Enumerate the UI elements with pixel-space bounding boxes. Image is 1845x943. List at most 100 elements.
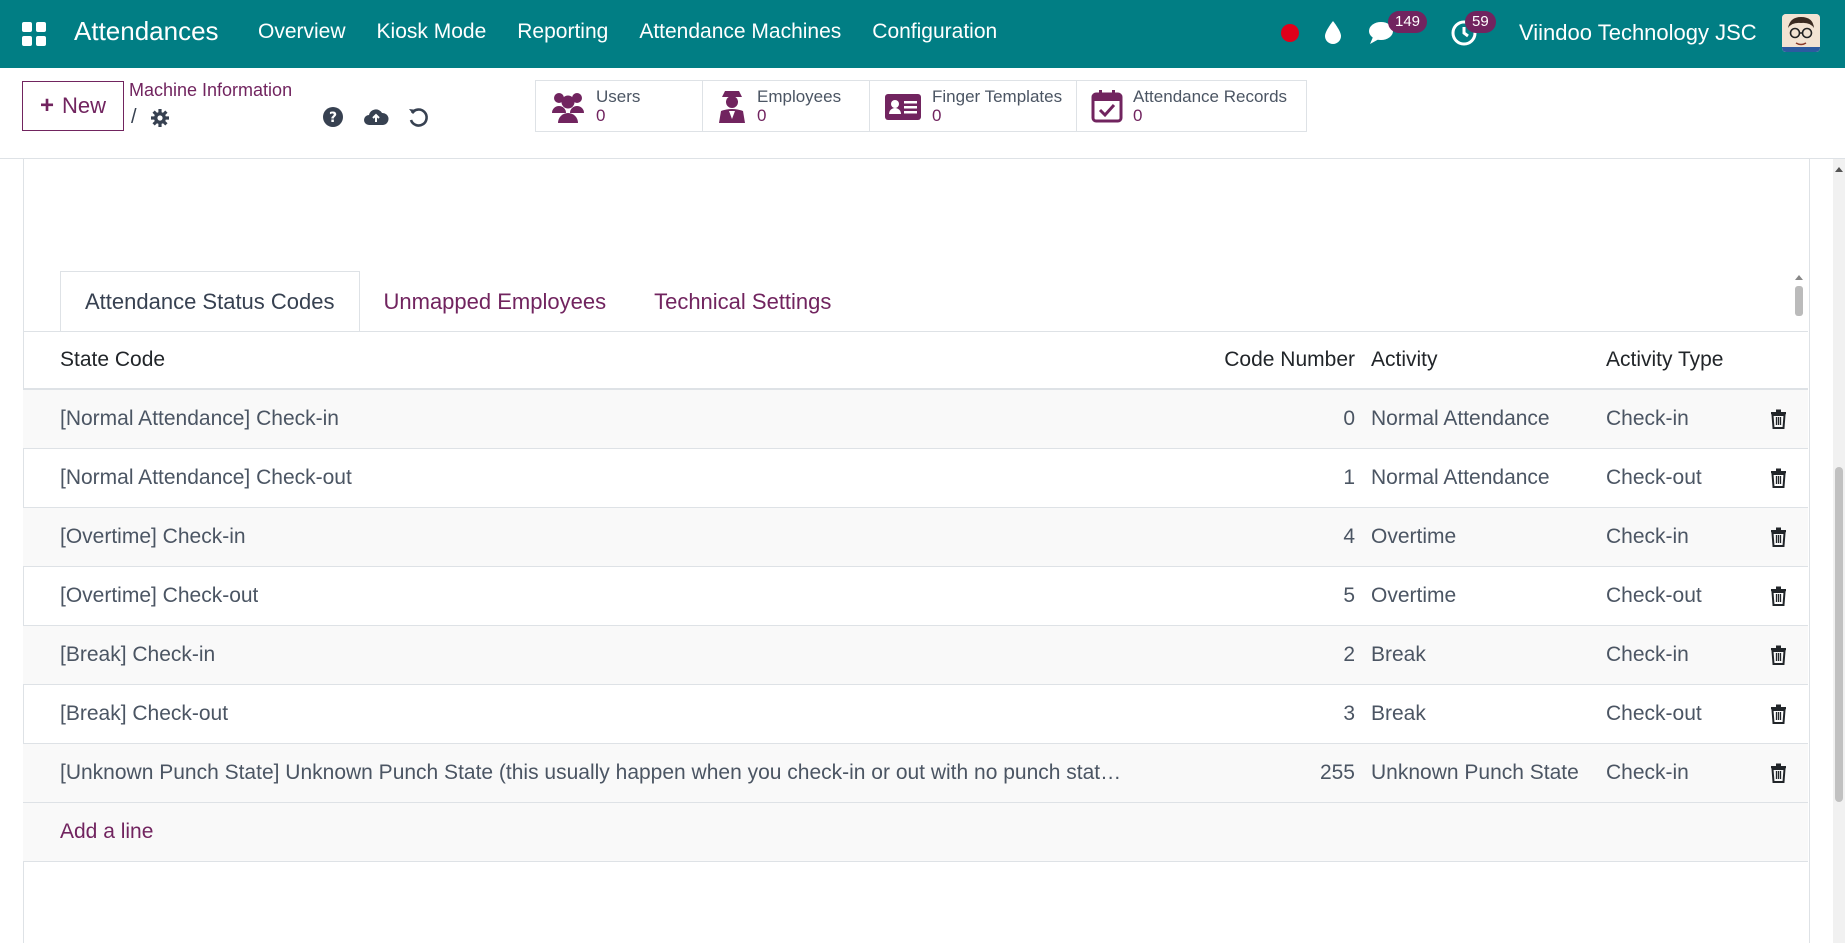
stat-employees-value: 0 — [757, 106, 767, 125]
stat-employees-button[interactable]: Employees 0 — [702, 80, 870, 132]
scroll-up-icon[interactable] — [1835, 167, 1843, 172]
notebook-tabs: Attendance Status Codes Unmapped Employe… — [60, 271, 855, 332]
status-codes-table: State Code Code Number Activity Activity… — [23, 332, 1808, 862]
menu-attendance-machines[interactable]: Attendance Machines — [639, 20, 841, 44]
svg-text:?: ? — [329, 110, 337, 126]
tab-technical-settings[interactable]: Technical Settings — [630, 271, 855, 332]
table-header: State Code Code Number Activity Activity… — [23, 332, 1808, 390]
menu-reporting[interactable]: Reporting — [517, 20, 608, 44]
smart-buttons: Users 0 Employees 0 Finger Templates 0 A… — [535, 80, 1307, 132]
discard-undo-icon[interactable] — [407, 106, 429, 133]
stat-users-label: Users — [596, 87, 641, 106]
trash-icon[interactable] — [1763, 744, 1793, 802]
trash-icon[interactable] — [1763, 449, 1793, 507]
stat-finger-templates-label: Finger Templates — [932, 87, 1063, 106]
code-number-cell: 255 — [1319, 761, 1355, 784]
table-row[interactable]: [Overtime] Check-in 4 Overtime Check-in — [23, 508, 1808, 567]
table-row[interactable]: [Normal Attendance] Check-out 1 Normal A… — [23, 449, 1808, 508]
new-button[interactable]: + New — [22, 81, 124, 131]
id-card-icon — [884, 91, 922, 121]
add-line-link[interactable]: Add a line — [60, 803, 153, 861]
calendar-check-icon — [1091, 89, 1123, 123]
tab-attendance-status-codes[interactable]: Attendance Status Codes — [60, 271, 360, 332]
trash-icon[interactable] — [1763, 567, 1793, 625]
table-body: [Normal Attendance] Check-in 0 Normal At… — [23, 390, 1808, 803]
header-state-code[interactable]: State Code — [60, 332, 1205, 388]
activity-cell: Break — [1371, 702, 1426, 725]
state-code-cell: [Overtime] Check-in — [60, 525, 246, 548]
help-icon[interactable]: ? — [322, 106, 344, 133]
app-title[interactable]: Attendances — [74, 16, 219, 47]
state-code-cell: [Unknown Punch State] Unknown Punch Stat… — [60, 761, 1122, 784]
stat-attendance-records-label: Attendance Records — [1133, 87, 1288, 106]
main-menu: Overview Kiosk Mode Reporting Attendance… — [258, 20, 1028, 44]
menu-kiosk-mode[interactable]: Kiosk Mode — [377, 20, 487, 44]
stat-employees-label: Employees — [757, 87, 842, 106]
code-number-cell: 5 — [1343, 584, 1355, 607]
menu-configuration[interactable]: Configuration — [872, 20, 997, 44]
trash-icon[interactable] — [1763, 685, 1793, 743]
new-button-label: New — [62, 93, 107, 118]
code-number-cell: 3 — [1343, 702, 1355, 725]
header-code-number[interactable]: Code Number — [1183, 332, 1355, 388]
stat-attendance-records-button[interactable]: Attendance Records 0 — [1076, 80, 1307, 132]
code-number-cell: 4 — [1343, 525, 1355, 548]
drop-icon[interactable] — [1324, 20, 1342, 49]
users-icon — [550, 89, 586, 123]
tab-unmapped-employees[interactable]: Unmapped Employees — [360, 271, 631, 332]
stat-users-button[interactable]: Users 0 — [535, 80, 703, 132]
activities-count-badge: 59 — [1465, 11, 1496, 33]
top-navbar: Attendances Overview Kiosk Mode Reportin… — [0, 0, 1845, 68]
breadcrumb[interactable]: Machine Information — [129, 80, 292, 101]
code-number-cell: 2 — [1343, 643, 1355, 666]
state-code-cell: [Normal Attendance] Check-in — [60, 407, 339, 430]
plus-icon: + — [39, 92, 54, 119]
user-avatar[interactable] — [1782, 14, 1820, 52]
code-number-cell: 0 — [1343, 407, 1355, 430]
header-activity-type[interactable]: Activity Type — [1606, 332, 1756, 388]
activity-type-cell: Check-out — [1606, 584, 1702, 607]
control-panel: + New Machine Information / ? Users 0 Em… — [0, 68, 1845, 159]
trash-icon[interactable] — [1763, 508, 1793, 566]
tabs-scrollbar[interactable] — [1793, 272, 1805, 324]
state-code-cell: [Break] Check-in — [60, 643, 216, 666]
gear-icon[interactable] — [150, 108, 170, 133]
trash-icon[interactable] — [1763, 390, 1793, 448]
activity-cell: Normal Attendance — [1371, 466, 1550, 489]
activity-type-cell: Check-in — [1606, 407, 1689, 430]
page-scrollbar[interactable] — [1833, 159, 1845, 943]
stat-finger-templates-button[interactable]: Finger Templates 0 — [869, 80, 1077, 132]
employee-icon — [717, 89, 747, 123]
table-row[interactable]: [Break] Check-out 3 Break Check-out — [23, 685, 1808, 744]
stat-finger-templates-value: 0 — [932, 106, 942, 125]
recording-indicator-icon[interactable] — [1281, 24, 1299, 42]
activity-cell: Overtime — [1371, 525, 1457, 548]
state-code-cell: [Overtime] Check-out — [60, 584, 259, 607]
tabs-scroll-up-icon[interactable] — [1795, 275, 1803, 280]
menu-overview[interactable]: Overview — [258, 20, 346, 44]
stat-users-value: 0 — [596, 106, 606, 125]
code-number-cell: 1 — [1343, 466, 1355, 489]
header-activity[interactable]: Activity — [1371, 332, 1601, 388]
table-row[interactable]: [Break] Check-in 2 Break Check-in — [23, 626, 1808, 685]
tabs-scrollbar-thumb[interactable] — [1795, 286, 1803, 316]
cloud-upload-icon[interactable] — [363, 106, 389, 133]
table-row[interactable]: [Unknown Punch State] Unknown Punch Stat… — [23, 744, 1808, 803]
activity-cell: Unknown Punch State — [1371, 761, 1579, 784]
scrollbar-thumb[interactable] — [1835, 467, 1843, 802]
activity-type-cell: Check-in — [1606, 525, 1689, 548]
state-code-cell: [Normal Attendance] Check-out — [60, 466, 352, 489]
add-line-row: Add a line — [23, 803, 1808, 862]
activity-cell: Normal Attendance — [1371, 407, 1550, 430]
apps-menu-icon[interactable] — [22, 22, 46, 46]
activity-type-cell: Check-in — [1606, 643, 1689, 666]
company-switcher[interactable]: Viindoo Technology JSC — [1519, 20, 1757, 46]
activity-cell: Overtime — [1371, 584, 1457, 607]
state-code-cell: [Break] Check-out — [60, 702, 229, 725]
breadcrumb-separator: / — [131, 106, 137, 128]
stat-attendance-records-value: 0 — [1133, 106, 1143, 125]
activity-type-cell: Check-out — [1606, 466, 1702, 489]
table-row[interactable]: [Normal Attendance] Check-in 0 Normal At… — [23, 390, 1808, 449]
trash-icon[interactable] — [1763, 626, 1793, 684]
table-row[interactable]: [Overtime] Check-out 5 Overtime Check-ou… — [23, 567, 1808, 626]
